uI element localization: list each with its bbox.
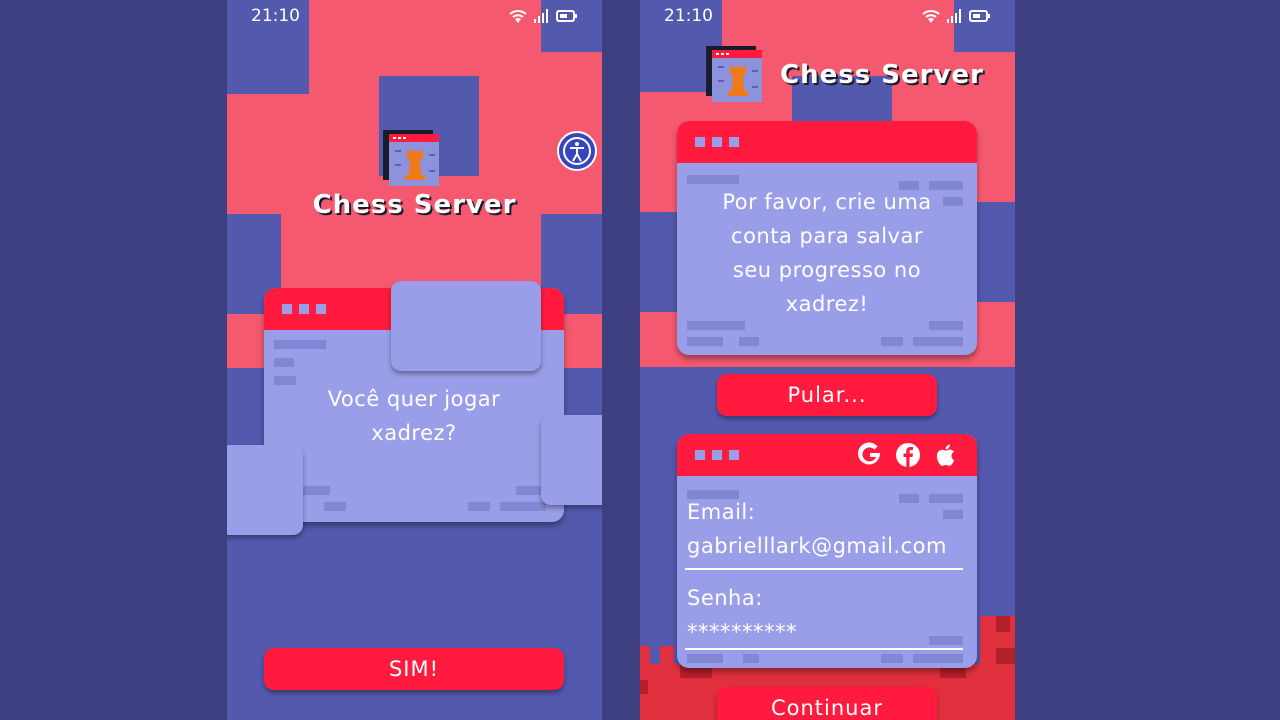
bg-pixel-castle: [996, 616, 1010, 632]
password-field[interactable]: **********: [687, 620, 797, 644]
bg-block: [977, 202, 1015, 302]
status-icons: [508, 8, 578, 24]
battery-icon: [969, 10, 990, 22]
status-icons: [921, 8, 991, 24]
message-card: Por favor, crie uma conta para salvar se…: [677, 121, 977, 355]
chess-server-logo: [383, 130, 439, 186]
window-dots: [282, 304, 326, 314]
password-underline: [685, 648, 963, 650]
chess-server-logo: [706, 46, 762, 102]
deco-tile: [391, 281, 541, 371]
signal-icon: [534, 9, 548, 23]
card-header: [677, 434, 977, 476]
deco-tile: [541, 415, 602, 505]
screen-signup: 21:10 Chess Server Por favor, crie uma c…: [640, 0, 1015, 720]
email-underline: [685, 568, 963, 570]
email-field[interactable]: gabrielllark@gmail.com: [687, 534, 947, 558]
bg-pixel-castle: [996, 648, 1015, 664]
bg-block: [541, 52, 602, 204]
app-title: Chess Server: [780, 60, 984, 90]
email-label: Email:: [687, 500, 756, 524]
bg-block: [640, 212, 678, 312]
facebook-icon[interactable]: [893, 440, 923, 470]
screen-welcome: 21:10 Chess Server Você quer jogar xadre…: [227, 0, 602, 720]
signal-icon: [947, 9, 961, 23]
bg-pixel-castle: [640, 680, 648, 694]
bg-pixel-castle: [660, 646, 674, 664]
login-card: Email: gabrielllark@gmail.com Senha: ***…: [677, 434, 977, 668]
wifi-icon: [509, 10, 527, 23]
accessibility-button[interactable]: [557, 131, 597, 171]
continue-button[interactable]: Continuar: [717, 687, 937, 720]
app-title: Chess Server: [312, 190, 517, 220]
battery-icon: [556, 10, 577, 22]
password-label: Senha:: [687, 586, 763, 610]
wifi-icon: [922, 10, 940, 23]
google-icon[interactable]: [855, 440, 885, 470]
skip-button[interactable]: Pular...: [717, 374, 937, 416]
bg-pixel-castle: [640, 646, 650, 664]
window-dots: [695, 137, 739, 147]
status-time: 21:10: [251, 6, 300, 26]
yes-button[interactable]: SIM!: [264, 648, 564, 690]
apple-icon[interactable]: [931, 440, 961, 470]
status-time: 21:10: [664, 6, 713, 26]
accessibility-icon: [563, 137, 591, 165]
window-dots: [695, 450, 739, 460]
question-text: Você quer jogar xadrez?: [327, 387, 501, 445]
deco-tile: [227, 445, 303, 535]
card-header: [677, 121, 977, 163]
signup-message: Por favor, crie uma conta para salvar se…: [722, 190, 932, 316]
